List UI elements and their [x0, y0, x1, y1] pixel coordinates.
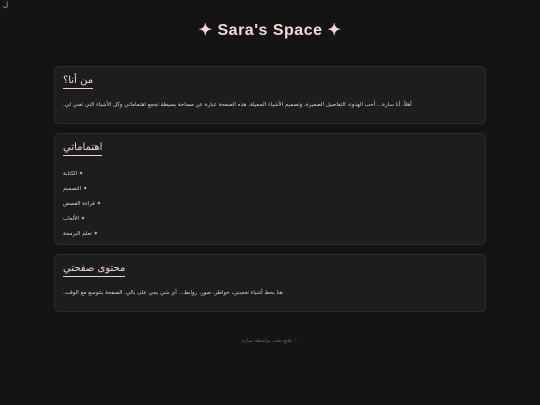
content-card: محتوى صفحتي هنا بحط أشياء تعجبني، خواطر،… — [54, 254, 486, 312]
site-title: ✦ Sara's Space ✦ — [198, 22, 342, 39]
page: ل ✦ Sara's Space ✦ من أنا؟ أهلاً، أنا سا… — [0, 0, 540, 405]
interests-list: ✦ الكتابة ✦ التصميم ✦ قراءة القصص ✦ الأل… — [63, 166, 101, 241]
interest-item-writing: ✦ الكتابة — [63, 170, 84, 177]
interests-title: اهتماماتي — [63, 142, 103, 156]
interest-item-reading: ✦ قراءة القصص — [63, 200, 102, 207]
about-text: أهلاً، أنا سارة... أحب الهدوء، التفاصيل … — [63, 102, 412, 108]
about-card: من أنا؟ أهلاً، أنا سارة... أحب الهدوء، ا… — [54, 66, 486, 124]
interest-item-programming: ✦ تعلم البرمجة — [63, 230, 99, 237]
footer: ♡ صُنع بحب بواسطة سارة — [242, 338, 298, 344]
corner-mark: ل — [3, 1, 9, 9]
interest-item-design: ✦ التصميم — [63, 185, 88, 192]
interest-item-games: ✦ الألعاب — [63, 215, 86, 222]
about-title: من أنا؟ — [63, 75, 94, 89]
content-title: محتوى صفحتي — [63, 263, 126, 277]
content-text: هنا بحط أشياء تعجبني، خواطر، صور، روابط.… — [63, 290, 283, 296]
interests-card: اهتماماتي ✦ الكتابة ✦ التصميم ✦ قراءة ال… — [54, 133, 486, 245]
